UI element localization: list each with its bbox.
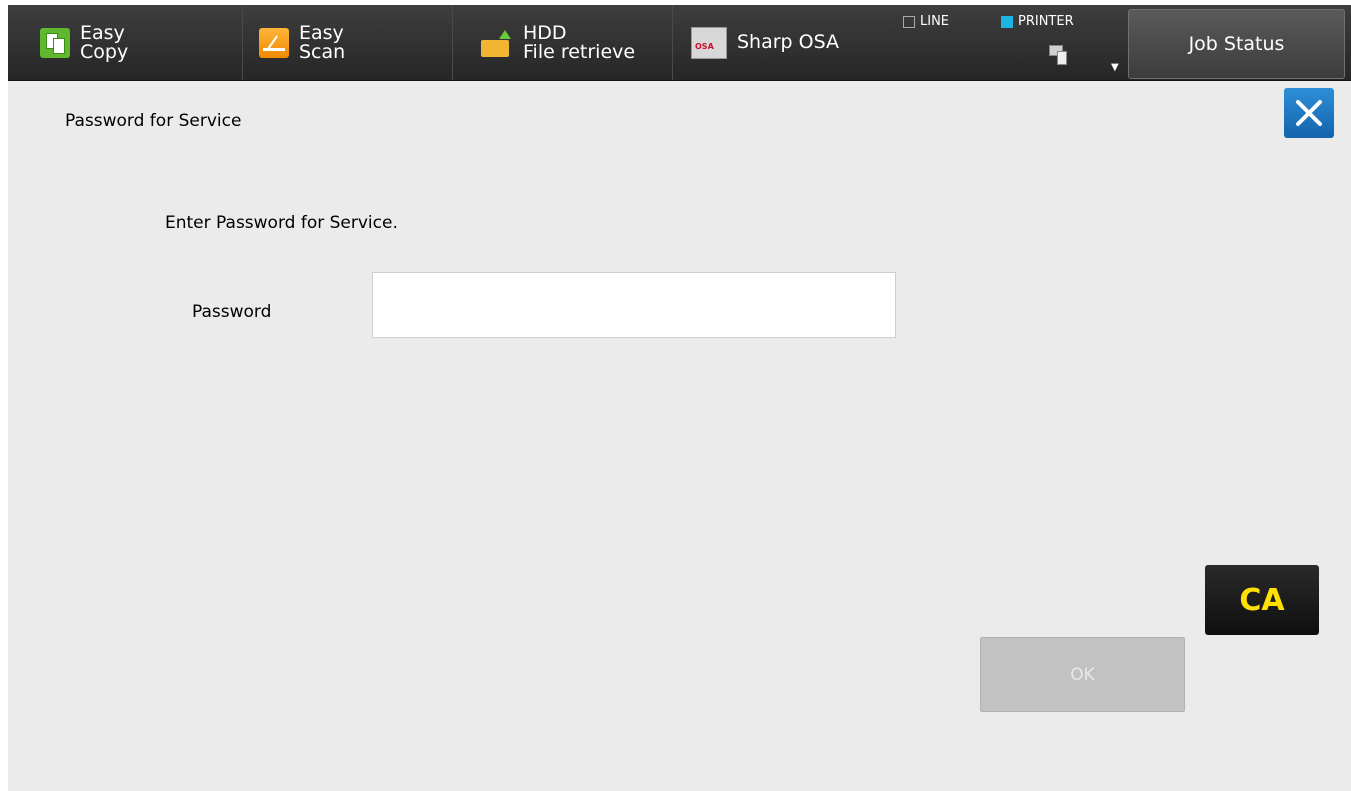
sharp-osa-icon <box>691 26 727 59</box>
hdd-file-retrieve-button[interactable]: HDD File retrieve <box>453 5 673 80</box>
printer-status-box <box>1001 15 1013 28</box>
hdd-label-line1: HDD <box>523 21 567 44</box>
line-status-box <box>903 15 915 28</box>
sharp-osa-button[interactable]: Sharp OSA <box>673 5 903 80</box>
line-label: LINE <box>920 14 950 29</box>
easy-copy-button[interactable]: Easy Copy <box>8 5 243 80</box>
ok-button[interactable]: OK <box>980 637 1185 712</box>
easy-scan-label-line1: Easy <box>299 21 344 44</box>
easy-copy-label-line2: Copy <box>80 40 129 63</box>
folder-upload-icon <box>481 28 513 58</box>
close-button[interactable] <box>1284 88 1334 138</box>
ca-button[interactable]: CA <box>1205 565 1319 635</box>
password-field[interactable] <box>372 272 896 338</box>
easy-scan-icon <box>259 27 289 58</box>
instruction-text: Enter Password for Service. <box>165 213 398 233</box>
line-indicator: LINE <box>903 14 949 29</box>
job-status-button[interactable]: Job Status <box>1128 9 1345 79</box>
top-bar: Easy Copy Easy Scan HDD File retrieve Sh… <box>8 5 1351 81</box>
close-icon <box>1296 100 1322 126</box>
device-screen: Easy Copy Easy Scan HDD File retrieve Sh… <box>8 5 1351 791</box>
sharp-osa-label: Sharp OSA <box>737 31 840 53</box>
status-indicators[interactable]: LINE PRINTER ▼ <box>903 5 1128 80</box>
chevron-down-icon: ▼ <box>1111 62 1119 73</box>
easy-scan-button[interactable]: Easy Scan <box>243 5 453 80</box>
easy-copy-icon <box>40 27 70 58</box>
page-title: Password for Service <box>65 111 242 131</box>
easy-copy-label-line1: Easy <box>80 21 125 44</box>
printer-device-icon <box>1049 43 1067 65</box>
printer-indicator: PRINTER <box>1001 14 1074 29</box>
printer-label: PRINTER <box>1018 14 1074 29</box>
easy-scan-label-line2: Scan <box>299 40 346 63</box>
password-label: Password <box>192 302 272 322</box>
hdd-label-line2: File retrieve <box>523 40 636 63</box>
